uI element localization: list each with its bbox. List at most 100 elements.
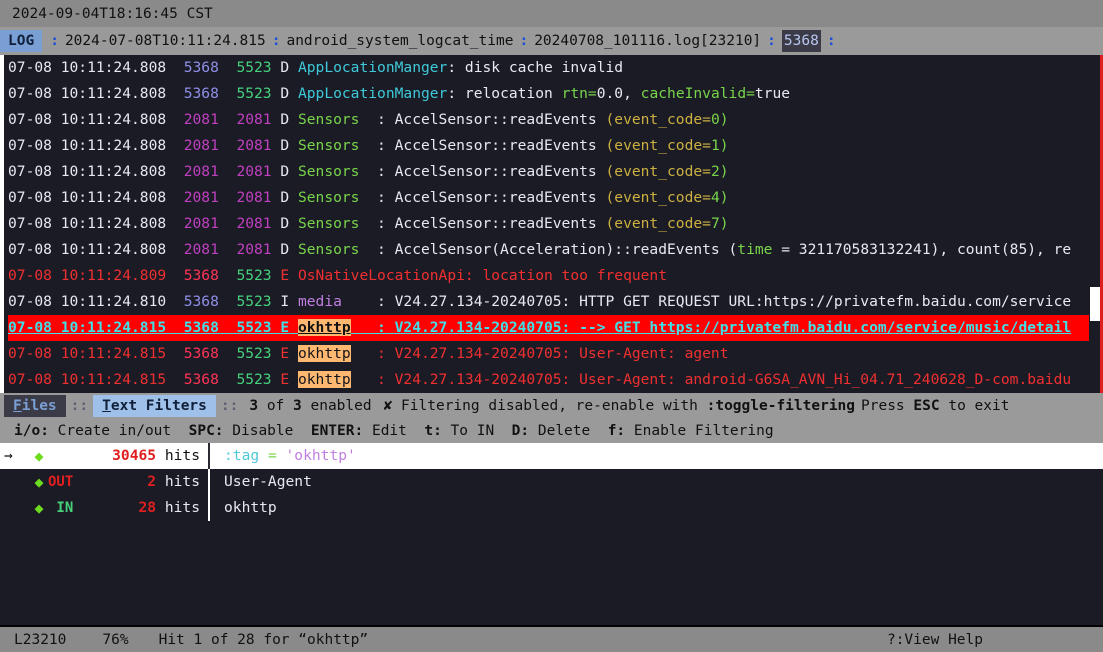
log-row[interactable]: 07-08 10:11:24.808 2081 2081 D Sensors :… (8, 237, 1089, 263)
key-hint[interactable]: i/o: Create in/out (14, 423, 189, 439)
header-filename[interactable]: 20240708_101116.log[23210] (534, 33, 761, 49)
esc-hint: Press ESC to exit (861, 398, 1103, 414)
filter-hits: 28 hits (90, 495, 208, 521)
tab-files-rest: iles (21, 397, 57, 414)
filter-enabled-diamond-icon[interactable]: ◆ (30, 495, 48, 521)
key-hint-key: f: (607, 422, 626, 439)
log-tag: okhttp (297, 371, 351, 388)
log-separator: : (464, 267, 483, 284)
header-sep-2: : (271, 33, 281, 49)
filter-expression-part: 'okhttp' (285, 447, 356, 464)
log-row[interactable]: 07-08 10:11:24.808 2081 2081 D Sensors :… (8, 159, 1089, 185)
log-tag: okhttp (297, 319, 351, 336)
filter-enabled-diamond-icon[interactable]: ◆ (30, 469, 48, 495)
log-tag: OsNativeLocationApi (297, 267, 465, 284)
filter-expression-part: = (259, 447, 286, 464)
header-sep-3: : (519, 33, 529, 49)
filters-enabled-of: of (258, 397, 294, 414)
log-left-rail-inner (5, 55, 7, 393)
log-row[interactable]: 07-08 10:11:24.815 5368 5523 E okhttp : … (8, 341, 1089, 367)
header-sep-4: : (767, 33, 776, 49)
key-hint-label: Edit (363, 422, 425, 439)
log-message-part: (event_code= (605, 189, 711, 206)
header-pid-selected[interactable]: 5368 (781, 30, 821, 52)
key-hint[interactable]: ENTER: Edit (311, 423, 425, 439)
key-hint[interactable]: D: Delete (512, 423, 608, 439)
log-message-part: , (623, 85, 641, 102)
filter-hits: 2 hits (90, 469, 208, 495)
filter-hits-count: 2 (147, 473, 157, 490)
filtering-warning: ✘ Filtering disabled, re-enable with :to… (378, 398, 861, 414)
log-timestamp: 07-08 10:11:24.815 (8, 345, 184, 362)
log-tag: Sensors (297, 215, 378, 232)
titlebar-datetime: 2024-09-04T18:16:45 CST (12, 5, 213, 22)
log-row[interactable]: 07-08 10:11:24.815 5368 5523 E okhttp : … (8, 315, 1089, 341)
log-pid: 5368 (183, 267, 237, 284)
log-timestamp: 07-08 10:11:24.810 (8, 293, 184, 310)
log-row[interactable]: 07-08 10:11:24.808 2081 2081 D Sensors :… (8, 133, 1089, 159)
log-pid: 2081 (183, 241, 237, 258)
log-message-part: AccelSensor::readEvents (394, 189, 606, 206)
filter-row[interactable]: ◆ OUT 2 hits User-Agent (0, 469, 1103, 495)
filter-row[interactable]: → ◆ 30465 hits:tag = 'okhttp' (0, 443, 1103, 469)
tab-files-mnemonic: F (13, 397, 22, 414)
log-level: D (280, 163, 298, 180)
key-hint-label: To IN (441, 422, 512, 439)
log-level: D (280, 59, 298, 76)
log-level: D (280, 137, 298, 154)
log-tag: media (297, 293, 378, 310)
view-help-hint[interactable]: ?:View Help (887, 632, 1103, 648)
log-view[interactable]: 07-08 10:11:24.808 5368 5523 D AppLocati… (0, 55, 1103, 393)
tab-text-filters[interactable]: Text Filters (93, 394, 216, 417)
log-pid: 2081 (183, 137, 237, 154)
log-row[interactable]: 07-08 10:11:24.808 5368 5523 D AppLocati… (8, 55, 1089, 81)
log-message-part: relocation (464, 85, 562, 102)
filter-expression[interactable]: :tag = 'okhttp' (210, 443, 356, 469)
filter-enabled-diamond-icon[interactable]: ◆ (30, 443, 48, 469)
tab-files[interactable]: Files (4, 394, 66, 417)
log-pid: 5368 (183, 293, 237, 310)
key-hint[interactable]: t: To IN (424, 423, 511, 439)
titlebar: 2024-09-04T18:16:45 CST (0, 0, 1103, 27)
filter-list[interactable]: → ◆ 30465 hits:tag = 'okhttp' ◆ OUT 2 hits Use… (0, 443, 1103, 573)
log-level: E (280, 267, 298, 284)
log-tid: 5523 (236, 267, 281, 284)
filter-direction-label: IN (48, 500, 74, 516)
filters-enabled-word: enabled (301, 397, 372, 414)
log-row[interactable]: 07-08 10:11:24.808 5368 5523 D AppLocati… (8, 81, 1089, 107)
log-message-part: V24.27.134-20240705: User-Agent: agent (394, 345, 729, 362)
log-row[interactable]: 07-08 10:11:24.815 5368 5523 E okhttp : … (8, 367, 1089, 393)
filter-hits-unit: hits (156, 499, 200, 516)
log-row[interactable]: 07-08 10:11:24.808 2081 2081 D Sensors :… (8, 107, 1089, 133)
filter-row[interactable]: ◆ IN 28 hits okhttp (0, 495, 1103, 521)
filters-enabled-count: 3 (249, 397, 259, 414)
log-row[interactable]: 07-08 10:11:24.810 5368 5523 I media : V… (8, 289, 1089, 315)
tab-text-filters-rest: ext Filters (110, 397, 207, 414)
filter-expression[interactable]: User-Agent (210, 469, 312, 495)
log-tid: 5523 (236, 85, 281, 102)
log-message-part: 0.0 (596, 85, 624, 102)
log-level: D (280, 241, 298, 258)
log-row[interactable]: 07-08 10:11:24.808 2081 2081 D Sensors :… (8, 211, 1089, 237)
log-row[interactable]: 07-08 10:11:24.808 2081 2081 D Sensors :… (8, 185, 1089, 211)
log-separator: : (377, 137, 395, 154)
log-tag: Sensors (297, 163, 378, 180)
key-hint[interactable]: SPC: Disable (189, 423, 311, 439)
tab-separator-1: :: (70, 397, 89, 414)
log-message-part: 4) (710, 189, 729, 206)
log-row[interactable]: 07-08 10:11:24.809 5368 5523 E OsNativeL… (8, 263, 1089, 289)
filter-row-container: → ◆ 30465 hits:tag = 'okhttp' ◆ OUT 2 hits Use… (0, 443, 1103, 521)
warning-command[interactable]: :toggle-filtering (707, 398, 855, 414)
log-level: E (280, 319, 298, 336)
log-pid: 2081 (183, 163, 237, 180)
log-message-part: AccelSensor::readEvents (394, 111, 606, 128)
log-separator: : (377, 215, 395, 232)
log-scrollbar-thumb[interactable] (1090, 287, 1100, 321)
key-hint-label: Disable (223, 422, 311, 439)
key-hint[interactable]: f: Enable Filtering (608, 423, 774, 439)
log-left-rail (0, 55, 4, 393)
logcat-viewer-window: 2024-09-04T18:16:45 CST LOG : 2024-07-08… (0, 0, 1103, 652)
filter-expression[interactable]: okhttp (210, 495, 277, 521)
log-tid: 5523 (236, 293, 281, 310)
header-format: android_system_logcat_time (286, 33, 514, 49)
